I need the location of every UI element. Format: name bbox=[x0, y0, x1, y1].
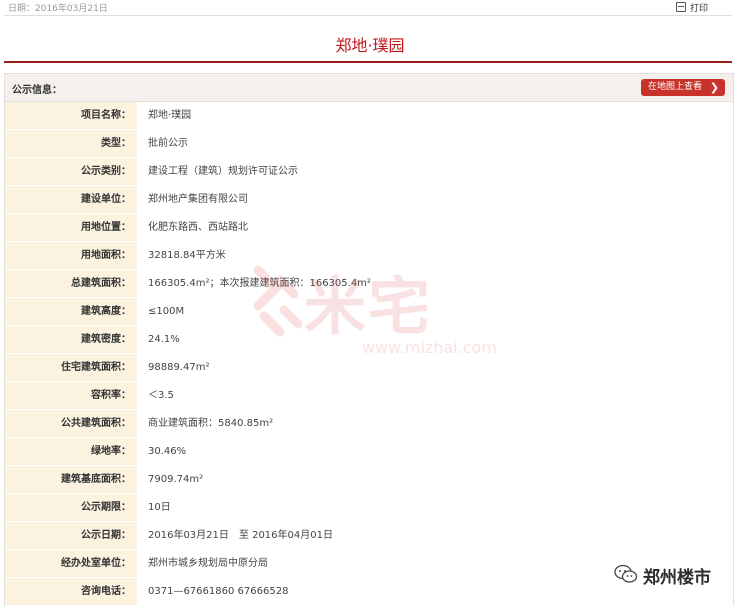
field-label: 建设单位： bbox=[5, 186, 137, 213]
table-row: 用地位置： 化肥东路西、西站路北 bbox=[5, 214, 733, 242]
title-divider bbox=[4, 61, 732, 63]
field-value: 32818.84平方米 bbox=[138, 242, 733, 269]
field-label: 建筑高度： bbox=[5, 298, 137, 325]
table-row: 建筑基底面积： 7909.74m² bbox=[5, 466, 733, 494]
table-row: 建筑密度： 24.1% bbox=[5, 326, 733, 354]
field-label: 公共建筑面积： bbox=[5, 410, 137, 437]
field-value: ＜3.5 bbox=[138, 382, 733, 409]
section-header: 公示信息： 在地图上查看 ❯ bbox=[5, 74, 733, 102]
field-value: 批前公示 bbox=[138, 130, 733, 157]
table-row: 公示期限： 10日 bbox=[5, 494, 733, 522]
print-label: 打印 bbox=[689, 4, 708, 14]
table-row: 公示类别： 建设工程（建筑）规划许可证公示 bbox=[5, 158, 733, 186]
table-row: 建设单位： 郑州地产集团有限公司 bbox=[5, 186, 733, 214]
view-on-map-button[interactable]: 在地图上查看 ❯ bbox=[641, 79, 725, 96]
field-value: 建设工程（建筑）规划许可证公示 bbox=[138, 158, 733, 185]
table-row: 用地面积： 32818.84平方米 bbox=[5, 242, 733, 270]
table-row: 类型： 批前公示 bbox=[5, 130, 733, 158]
field-value: 7909.74m² bbox=[138, 466, 733, 493]
table-row: 项目名称： 郑地·璞园 bbox=[5, 102, 733, 130]
table-row: 公示日期： 2016年03月21日 至 2016年04月01日 bbox=[5, 522, 733, 550]
field-label: 住宅建筑面积： bbox=[5, 354, 137, 381]
field-value: 郑地·璞园 bbox=[138, 102, 733, 129]
field-label: 咨询电话： bbox=[5, 578, 137, 605]
field-label: 建筑密度： bbox=[5, 326, 137, 353]
brand-name: 郑州楼市 bbox=[643, 568, 711, 588]
field-label: 绿地率： bbox=[5, 438, 137, 465]
publish-date: 日期：2016年03月21日 bbox=[8, 4, 108, 14]
print-button[interactable]: 打印 bbox=[675, 1, 708, 14]
top-bar: 日期：2016年03月21日 打印 bbox=[0, 0, 740, 14]
field-value: 30.46% bbox=[138, 438, 733, 465]
table-row: 住宅建筑面积： 98889.47m² bbox=[5, 354, 733, 382]
top-divider bbox=[4, 15, 732, 16]
field-label: 项目名称： bbox=[5, 102, 137, 129]
table-row: 建筑高度： ≤100M bbox=[5, 298, 733, 326]
table-row: 公共建筑面积： 商业建筑面积：5840.85m² bbox=[5, 410, 733, 438]
field-value: 98889.47m² bbox=[138, 354, 733, 381]
field-value: 商业建筑面积：5840.85m² bbox=[138, 410, 733, 437]
field-label: 公示期限： bbox=[5, 494, 137, 521]
field-label: 公示日期： bbox=[5, 522, 137, 549]
view-on-map-label: 在地图上查看 bbox=[648, 82, 703, 92]
section-label: 公示信息： bbox=[12, 85, 62, 96]
field-value: 166305.4m²；本次报建建筑面积：166305.4m² bbox=[138, 270, 733, 297]
wechat-icon bbox=[614, 564, 638, 583]
field-value: 2016年03月21日 至 2016年04月01日 bbox=[138, 522, 733, 549]
field-label: 类型： bbox=[5, 130, 137, 157]
field-label: 公示类别： bbox=[5, 158, 137, 185]
table-row: 总建筑面积： 166305.4m²；本次报建建筑面积：166305.4m² bbox=[5, 270, 733, 298]
field-label: 容积率： bbox=[5, 382, 137, 409]
table-row: 绿地率： 30.46% bbox=[5, 438, 733, 466]
field-label: 总建筑面积： bbox=[5, 270, 137, 297]
field-value: 24.1% bbox=[138, 326, 733, 353]
printer-icon bbox=[675, 2, 686, 12]
field-value: 郑州地产集团有限公司 bbox=[138, 186, 733, 213]
field-label: 经办处室单位： bbox=[5, 550, 137, 577]
page-title: 郑地·璞园 bbox=[335, 36, 405, 55]
info-panel: 公示信息： 在地图上查看 ❯ 项目名称： 郑地·璞园 类型： 批前公示 公示类别： 建设工… bbox=[4, 73, 734, 606]
info-table: 项目名称： 郑地·璞园 类型： 批前公示 公示类别： 建设工程（建筑）规划许可证公示 建设单… bbox=[5, 102, 733, 606]
field-value: 10日 bbox=[138, 494, 733, 521]
field-label: 用地位置： bbox=[5, 214, 137, 241]
chevron-right-icon: ❯ bbox=[709, 81, 719, 94]
field-value: ≤100M bbox=[138, 298, 733, 325]
field-label: 用地面积： bbox=[5, 242, 137, 269]
table-row: 容积率： ＜3.5 bbox=[5, 382, 733, 410]
brand-badge: 郑州楼市 bbox=[614, 560, 726, 588]
field-label: 建筑基底面积： bbox=[5, 466, 137, 493]
field-value: 化肥东路西、西站路北 bbox=[138, 214, 733, 241]
